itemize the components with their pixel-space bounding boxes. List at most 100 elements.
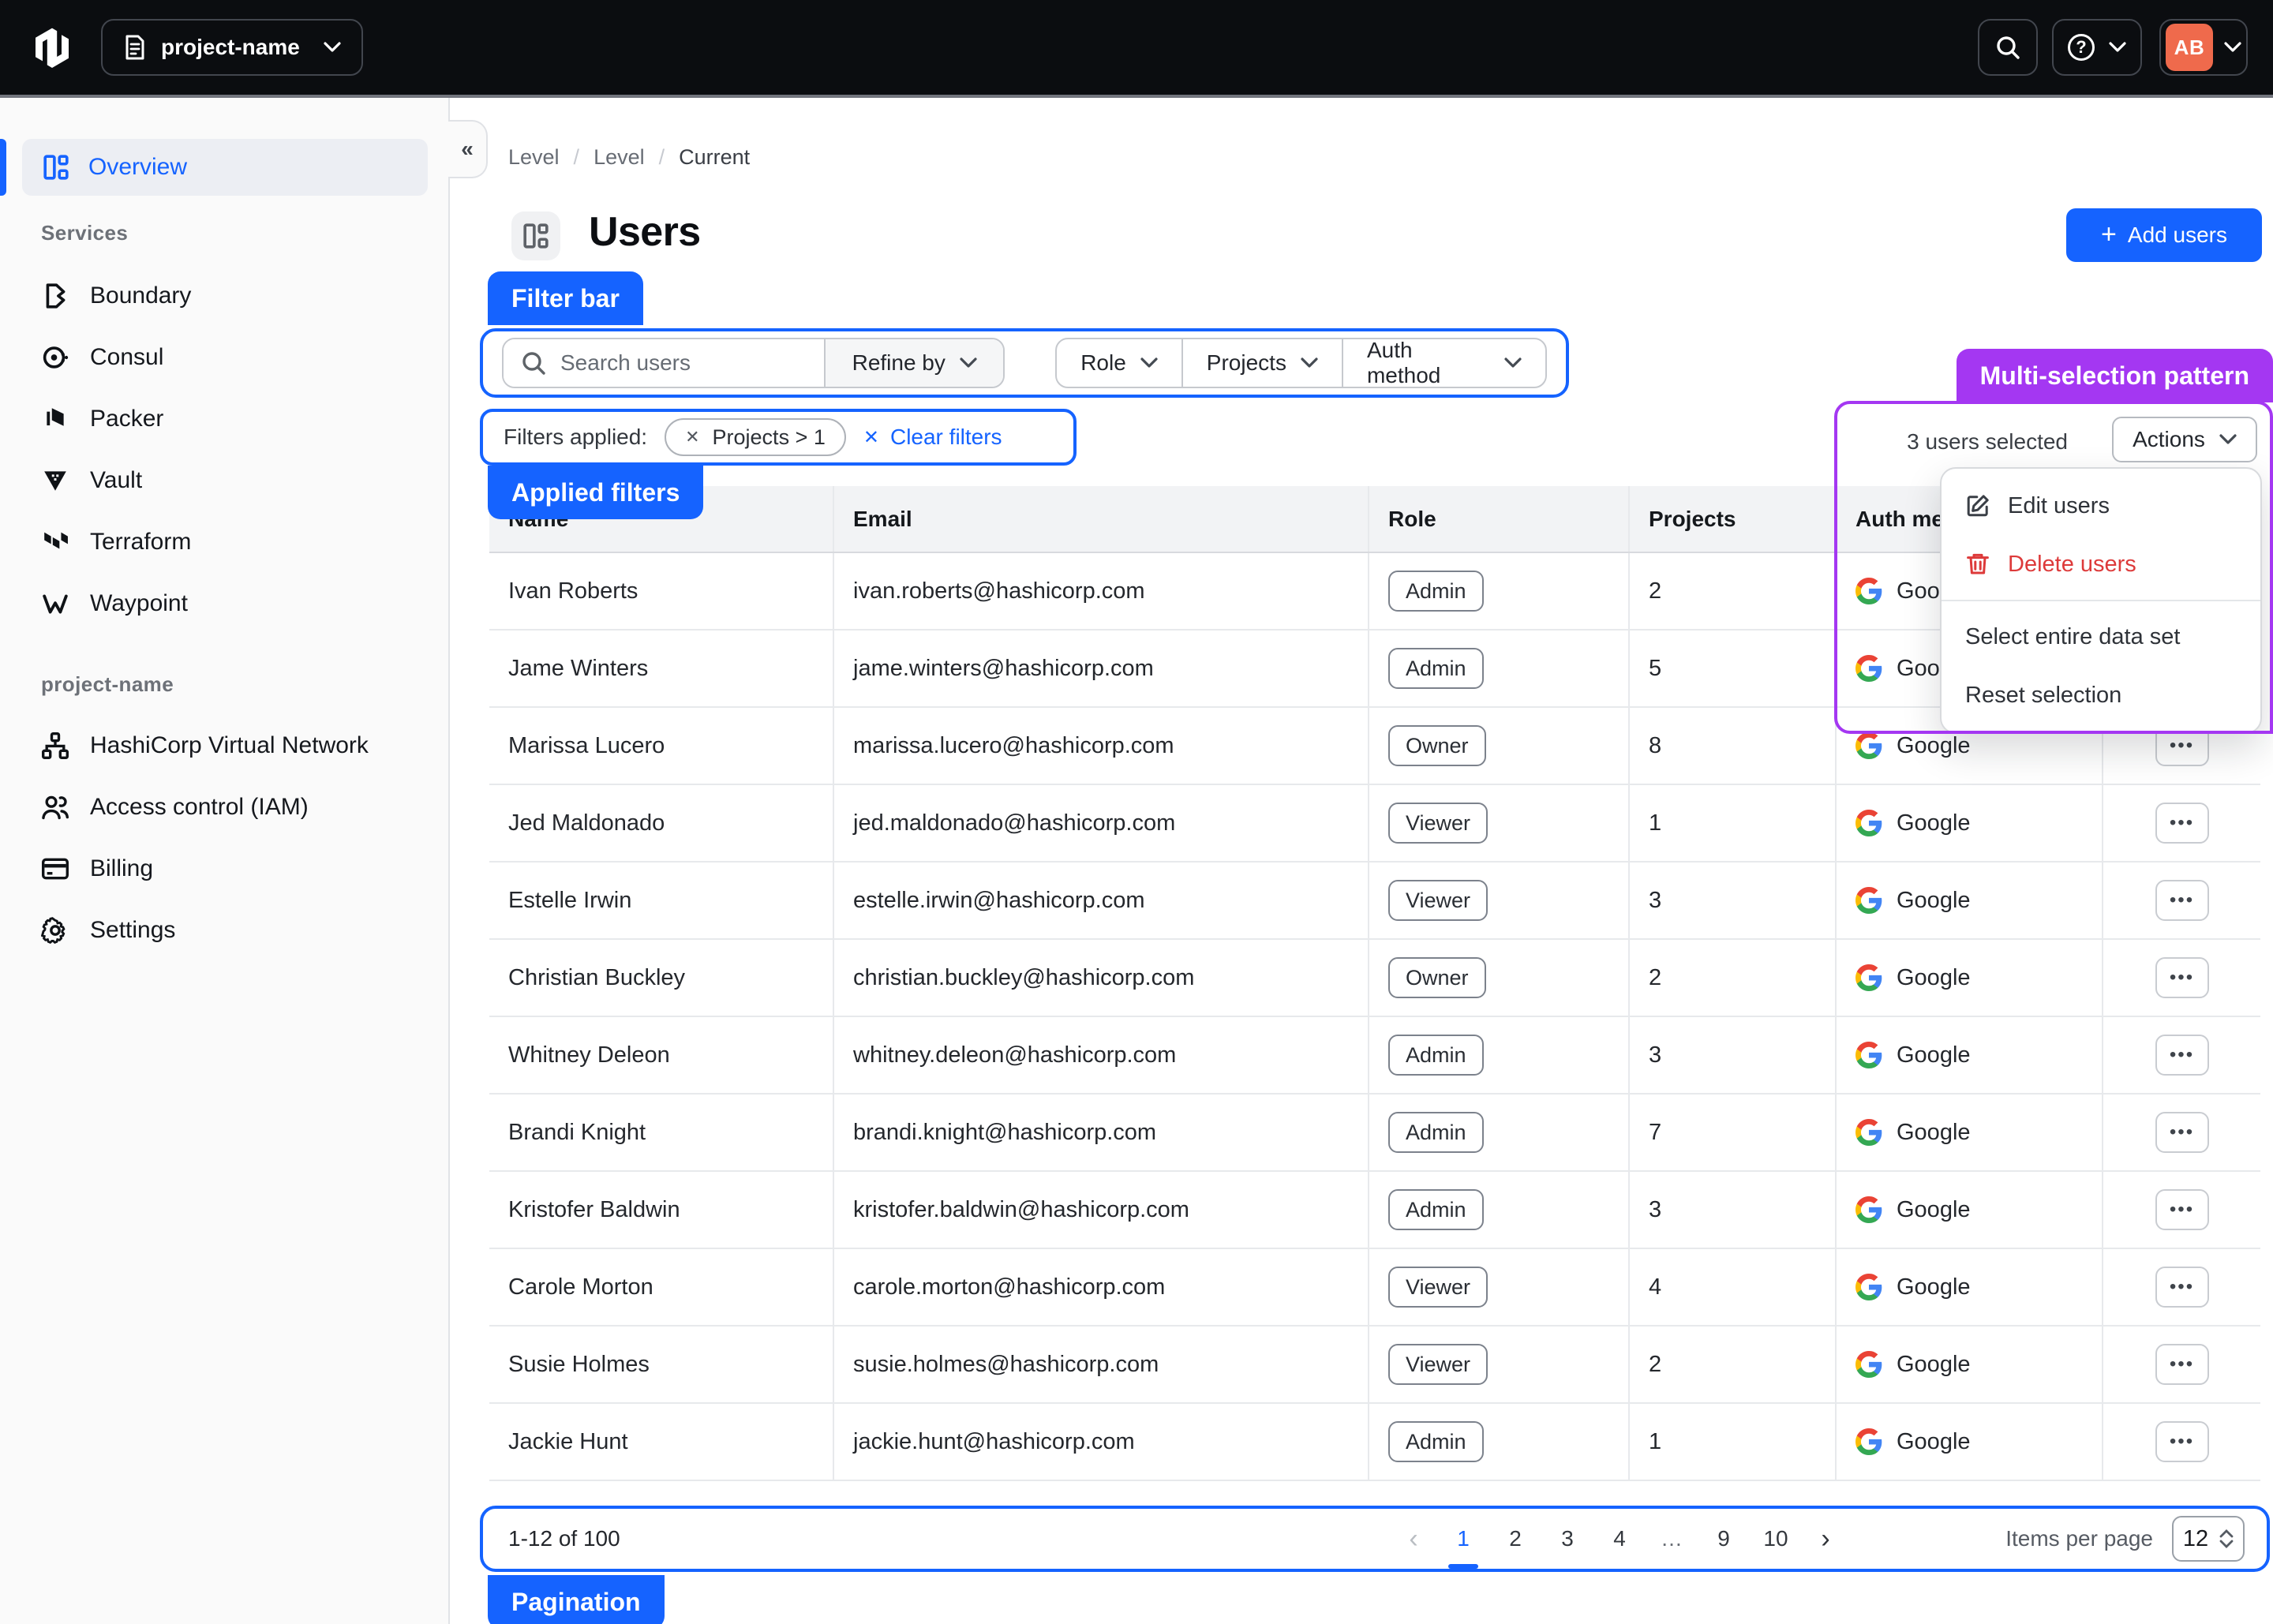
projects-cell: 3 (1629, 1171, 1836, 1248)
table-row: Susie Holmes susie.holmes@hashicorp.com … (489, 1326, 2260, 1403)
chevron-down-icon (1504, 357, 1522, 369)
sidebar-item-label: Overview (88, 154, 187, 181)
project-item-icon (41, 916, 69, 945)
selection-count: 3 users selected (1907, 429, 2068, 455)
sidebar-item[interactable]: Consul (0, 327, 450, 388)
sidebar-item-label: Billing (90, 855, 153, 882)
sidebar-item-label: Terraform (90, 529, 191, 556)
email-cell: whitney.deleon@hashicorp.com (833, 1016, 1369, 1094)
search-users-input[interactable] (560, 350, 797, 376)
role-badge: Admin (1388, 1035, 1484, 1076)
sidebar-item-label: Settings (90, 917, 175, 944)
name-cell: Kristofer Baldwin (489, 1171, 833, 1248)
project-item-icon (41, 855, 69, 883)
name-cell: Brandi Knight (489, 1094, 833, 1171)
row-overflow-menu-button[interactable]: ••• (2155, 880, 2209, 921)
clear-filters-link[interactable]: ✕ Clear filters (863, 425, 1002, 450)
project-list: HashiCorp Virtual Network Access control… (0, 715, 450, 961)
sidebar-item[interactable]: Access control (IAM) (0, 776, 450, 838)
service-icon (41, 405, 69, 433)
page-number[interactable]: 10 (1750, 1515, 1802, 1562)
help-icon: ? (2068, 34, 2095, 61)
hashicorp-logo-icon (32, 27, 73, 68)
menu-item[interactable]: Reset selection (1942, 666, 2260, 724)
google-icon (1855, 810, 1882, 836)
page-title: Users (589, 208, 701, 256)
filter-dropdown[interactable]: Role (1057, 339, 1181, 387)
filter-tag[interactable]: ✕ Projects > 1 (665, 418, 846, 456)
breadcrumb-item[interactable]: Level (594, 145, 645, 170)
auth-method-cell: Google (1855, 732, 2083, 759)
google-icon (1855, 1428, 1882, 1455)
row-overflow-menu-button[interactable]: ••• (2155, 1112, 2209, 1153)
row-overflow-menu-button[interactable]: ••• (2155, 1421, 2209, 1462)
page-number[interactable]: 3 (1541, 1515, 1593, 1562)
actions-dropdown-button[interactable]: Actions (2112, 417, 2257, 462)
auth-method-cell: Google (1855, 887, 2083, 914)
project-item-icon (41, 732, 69, 760)
role-badge: Viewer (1388, 803, 1488, 844)
table-row: Estelle Irwin estelle.irwin@hashicorp.co… (489, 862, 2260, 939)
name-cell: Jame Winters (489, 630, 833, 707)
row-overflow-menu-button[interactable]: ••• (2155, 1035, 2209, 1076)
google-icon (1855, 732, 1882, 759)
sidebar-item[interactable]: HashiCorp Virtual Network (0, 715, 450, 776)
next-page-icon[interactable]: › (1802, 1515, 1849, 1562)
hcp-users-page: project-name ? AB Overview Services Boun… (0, 0, 2273, 1624)
breadcrumb-item[interactable]: Level (508, 145, 560, 170)
refine-by-dropdown[interactable]: Refine by (824, 339, 1003, 387)
google-icon (1855, 887, 1882, 914)
row-overflow-menu-button[interactable]: ••• (2155, 1267, 2209, 1308)
filter-dropdown[interactable]: Projects (1181, 339, 1342, 387)
row-overflow-menu-button[interactable]: ••• (2155, 1344, 2209, 1385)
actions-menu: Edit users Delete users Select entire da… (1940, 467, 2262, 734)
page-number[interactable]: 4 (1593, 1515, 1646, 1562)
role-badge: Owner (1388, 725, 1486, 766)
chevron-down-icon (2109, 42, 2126, 53)
sidebar-item[interactable]: Packer (0, 388, 450, 450)
items-per-page-stepper[interactable]: 12 (2172, 1516, 2245, 1562)
row-overflow-menu-button[interactable]: ••• (2155, 1189, 2209, 1230)
breadcrumb: Level / Level / Current / (508, 145, 750, 170)
filter-dropdown[interactable]: Auth method (1342, 339, 1545, 387)
previous-page-icon[interactable]: ‹ (1390, 1515, 1437, 1562)
page-number[interactable]: 9 (1698, 1515, 1750, 1562)
menu-item[interactable]: Select entire data set (1942, 608, 2260, 666)
projects-cell: 3 (1629, 1016, 1836, 1094)
sidebar-item[interactable]: Billing (0, 838, 450, 900)
role-badge: Viewer (1388, 1267, 1488, 1308)
annotation-filter-bar: Filter bar (488, 271, 643, 325)
menu-item[interactable]: Delete users (1942, 535, 2260, 593)
row-overflow-menu-button[interactable]: ••• (2155, 957, 2209, 998)
page-number[interactable]: 1 (1437, 1515, 1489, 1562)
google-icon (1855, 1351, 1882, 1378)
account-menu-button[interactable]: AB (2159, 19, 2248, 76)
table-row: Jackie Hunt jackie.hunt@hashicorp.com Ad… (489, 1403, 2260, 1480)
page-number[interactable]: 2 (1489, 1515, 1541, 1562)
name-cell: Susie Holmes (489, 1326, 833, 1403)
sidebar-item[interactable]: Waypoint (0, 573, 450, 634)
sidebar-collapse-button[interactable]: « (448, 120, 488, 178)
project-switcher-label: project-name (161, 35, 300, 60)
projects-cell: 1 (1629, 1403, 1836, 1480)
sidebar-item[interactable]: Settings (0, 900, 450, 961)
sidebar-item[interactable]: Boundary (0, 265, 450, 327)
navbar-divider (0, 95, 2273, 98)
close-icon: ✕ (685, 427, 699, 447)
sidebar-item-overview[interactable]: Overview (22, 139, 428, 196)
project-switcher-button[interactable]: project-name (101, 19, 363, 76)
sidebar-item[interactable]: Vault (0, 450, 450, 511)
add-users-button[interactable]: + Add users (2066, 208, 2262, 262)
name-cell: Carole Morton (489, 1248, 833, 1326)
menu-item[interactable]: Edit users (1942, 477, 2260, 535)
auth-method-cell: Google (1855, 1119, 2083, 1146)
name-cell: Estelle Irwin (489, 862, 833, 939)
row-overflow-menu-button[interactable]: ••• (2155, 803, 2209, 844)
google-icon (1855, 578, 1882, 604)
help-menu-button[interactable]: ? (2052, 19, 2142, 76)
menu-item-icon (1965, 552, 1990, 577)
global-search-button[interactable] (1978, 19, 2038, 76)
projects-cell: 1 (1629, 784, 1836, 862)
projects-cell: 4 (1629, 1248, 1836, 1326)
sidebar-item[interactable]: Terraform (0, 511, 450, 573)
